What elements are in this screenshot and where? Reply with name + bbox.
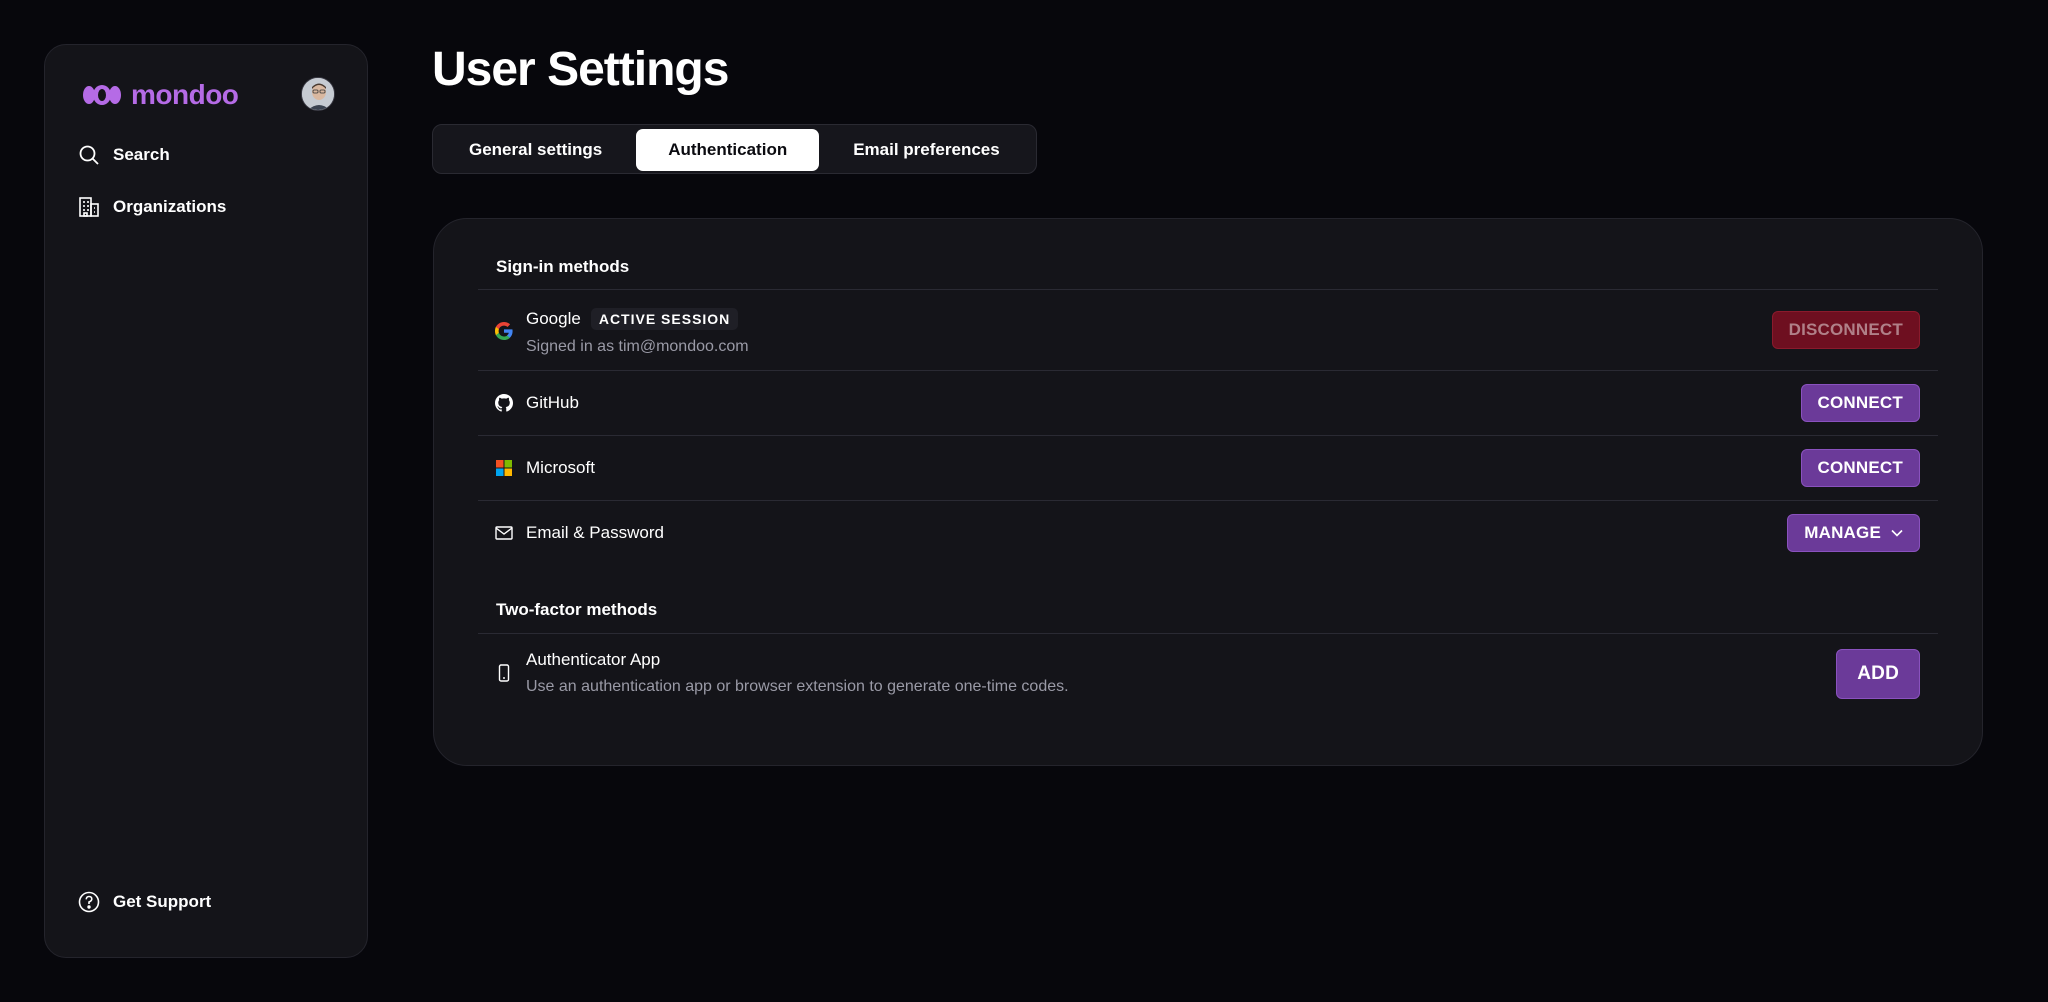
authentication-panel: Sign-in methods Google ACTIVE SESSION Si…: [433, 218, 1983, 766]
disconnect-google-button[interactable]: DISCONNECT: [1771, 311, 1920, 349]
sign-in-methods-title: Sign-in methods: [496, 257, 630, 276]
connect-microsoft-button[interactable]: CONNECT: [1800, 449, 1920, 487]
two-factor-methods-title: Two-factor methods: [496, 600, 658, 619]
authenticator-app-label: Authenticator App: [526, 650, 661, 669]
settings-tabs: General settings Authentication Email pr…: [432, 124, 1037, 174]
tab-authentication[interactable]: Authentication: [636, 129, 820, 171]
help-circle-icon: [78, 891, 100, 913]
two-factor-row-authenticator: Authenticator App Use an authentication …: [478, 634, 1938, 714]
search-icon: [79, 145, 99, 165]
active-session-badge: ACTIVE SESSION: [590, 308, 739, 330]
nav-organizations[interactable]: Organizations: [77, 195, 226, 219]
mail-icon: [494, 523, 514, 543]
email-password-label: Email & Password: [526, 523, 664, 542]
authenticator-app-description: Use an authentication app or browser ext…: [526, 678, 1069, 695]
manage-button-label: MANAGE: [1804, 523, 1881, 542]
sign-in-row-email-password: Email & Password MANAGE: [478, 501, 1938, 565]
add-authenticator-button[interactable]: ADD: [1836, 649, 1920, 699]
tab-email-preferences[interactable]: Email preferences: [821, 129, 1031, 171]
nav-search-label: Search: [113, 145, 170, 164]
google-text: Google ACTIVE SESSION Signed in as tim@m…: [526, 308, 749, 356]
tab-general-settings[interactable]: General settings: [437, 129, 634, 171]
nav-get-support[interactable]: Get Support: [77, 890, 211, 914]
page-title: User Settings: [432, 43, 729, 96]
github-icon: [494, 393, 514, 413]
nav-search[interactable]: Search: [77, 143, 170, 167]
google-icon: [494, 321, 514, 341]
sign-in-row-github: GitHub CONNECT: [478, 371, 1938, 435]
logo-text: mondoo: [131, 79, 239, 110]
connect-github-button[interactable]: CONNECT: [1800, 384, 1920, 422]
chevron-down-icon: [1891, 529, 1903, 537]
user-avatar[interactable]: [301, 77, 335, 111]
manage-email-password-button[interactable]: MANAGE: [1787, 514, 1920, 552]
github-label: GitHub: [526, 393, 579, 412]
sign-in-row-microsoft: Microsoft CONNECT: [478, 436, 1938, 500]
phone-icon: [494, 663, 514, 683]
sidebar: mondoo Search Organizations Get Support: [44, 44, 368, 958]
microsoft-icon: [494, 458, 514, 478]
google-signed-in-text: Signed in as tim@mondoo.com: [526, 338, 749, 355]
google-label: Google: [526, 309, 581, 328]
microsoft-label: Microsoft: [526, 458, 595, 477]
mondoo-logo[interactable]: mondoo: [81, 79, 239, 111]
nav-organizations-label: Organizations: [113, 197, 227, 216]
building-icon: [79, 197, 99, 217]
mondoo-logo-icon: [81, 84, 123, 106]
sign-in-row-google: Google ACTIVE SESSION Signed in as tim@m…: [478, 290, 1938, 370]
nav-get-support-label: Get Support: [113, 892, 212, 911]
